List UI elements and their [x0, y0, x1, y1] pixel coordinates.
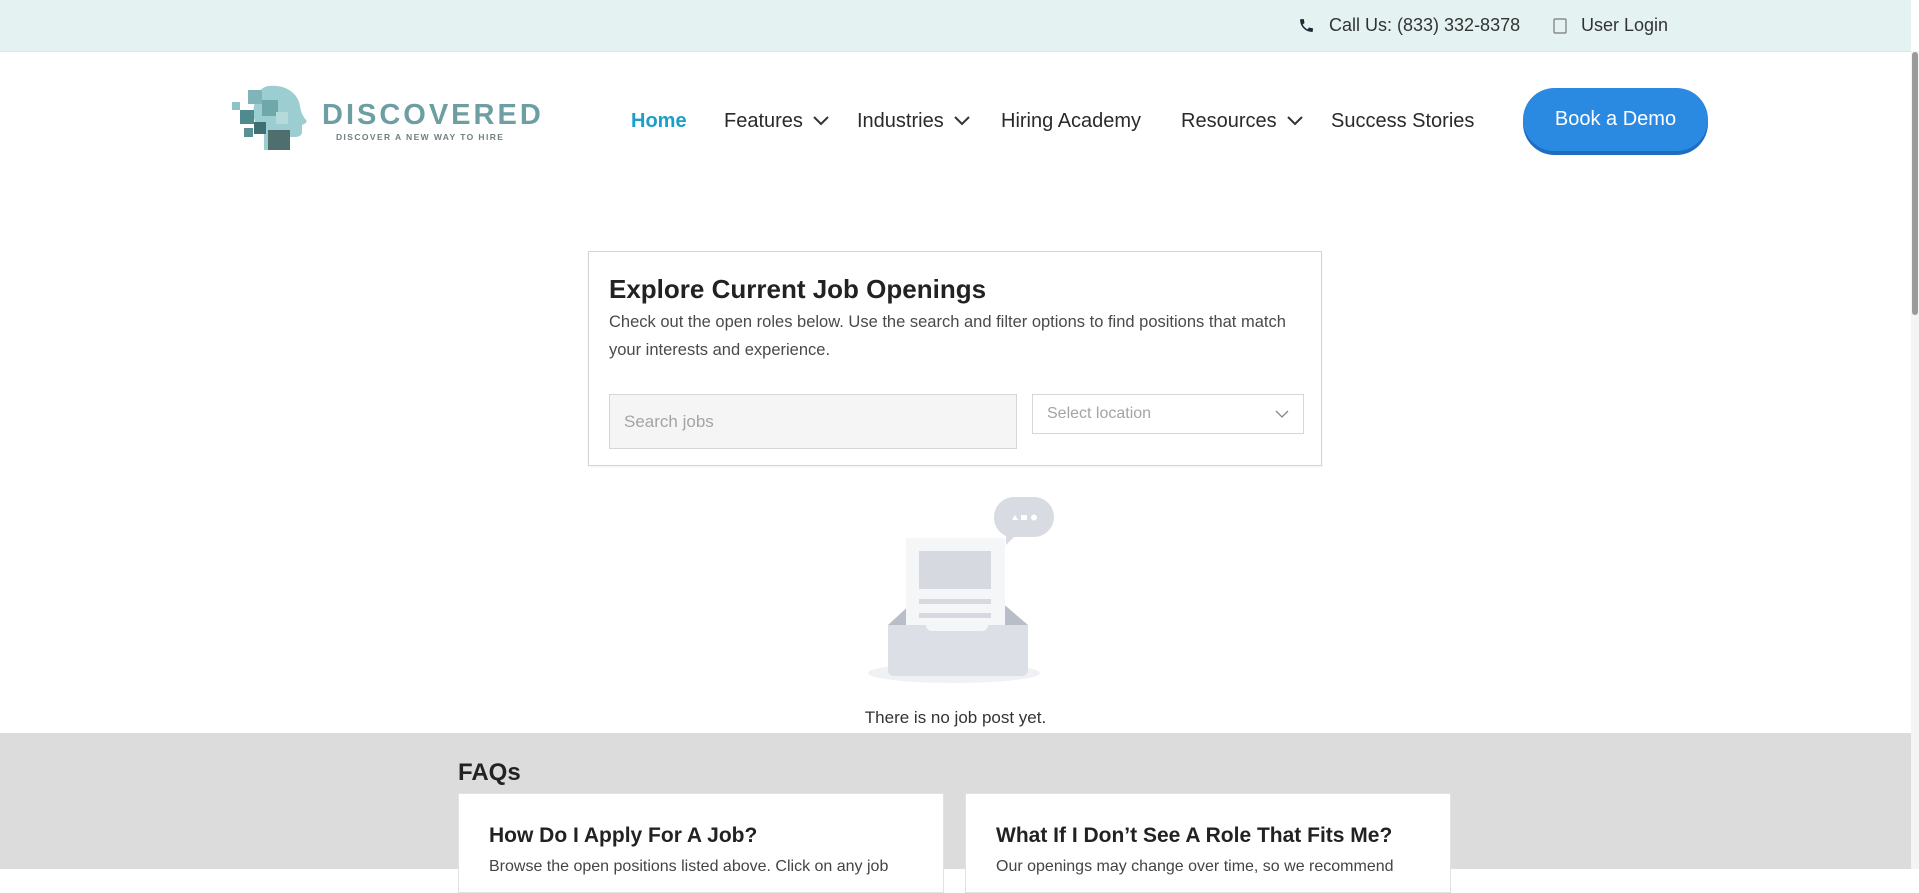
chevron-down-icon	[954, 116, 970, 126]
nav-home-label: Home	[631, 109, 687, 132]
user-login-link[interactable]: User Login	[1553, 0, 1668, 51]
head-logo-icon	[232, 85, 307, 150]
scrollbar-thumb[interactable]	[1912, 52, 1918, 315]
empty-inbox-icon	[868, 497, 1054, 683]
empty-state-message: There is no job post yet.	[864, 708, 1047, 727]
nav-success-stories[interactable]: Success Stories	[1331, 104, 1474, 138]
call-us-label: Call Us: (833) 332-8378	[1329, 15, 1521, 35]
faq-card[interactable]: How Do I Apply For A Job? Browse the ope…	[458, 793, 944, 893]
faq-answer: Browse the open positions listed above. …	[489, 858, 889, 875]
brand-name: DISCOVERED	[322, 99, 544, 131]
brand-tagline: DISCOVER A NEW WAY TO HIRE	[336, 132, 505, 142]
faq-answer: Our openings may change over time, so we…	[996, 858, 1394, 875]
user-login-label: User Login	[1581, 15, 1669, 35]
nav-resources[interactable]: Resources	[1181, 104, 1303, 138]
job-openings-description: Check out the open roles below. Use the …	[609, 313, 1286, 359]
user-icon	[1553, 17, 1567, 34]
nav-features[interactable]: Features	[724, 104, 829, 138]
location-select[interactable]: Select location	[1032, 394, 1304, 434]
nav-hiring-academy[interactable]: Hiring Academy	[1001, 104, 1141, 138]
nav-industries-label: Industries	[857, 109, 944, 132]
faq-section: FAQs How Do I Apply For A Job? Browse th…	[0, 733, 1911, 893]
chevron-down-icon	[1275, 405, 1289, 423]
chevron-down-icon	[1286, 116, 1303, 126]
nav-success-stories-label: Success Stories	[1331, 109, 1475, 132]
nav-hiring-academy-label: Hiring Academy	[1001, 109, 1142, 132]
search-jobs-input[interactable]	[609, 394, 1017, 449]
nav-features-label: Features	[724, 109, 803, 132]
brand-logo[interactable]: DISCOVERED DISCOVER A NEW WAY TO HIRE	[232, 82, 541, 156]
book-demo-button[interactable]: Book a Demo	[1523, 88, 1708, 151]
job-openings-title: Explore Current Job Openings	[609, 274, 987, 304]
nav-resources-label: Resources	[1181, 109, 1277, 132]
nav-home[interactable]: Home	[631, 104, 687, 138]
call-us-link[interactable]: Call Us: (833) 332-8378	[1298, 0, 1520, 51]
location-select-placeholder: Select location	[1047, 405, 1152, 422]
job-openings-card: Explore Current Job Openings Check out t…	[588, 251, 1322, 466]
faq-question: How Do I Apply For A Job?	[489, 824, 758, 847]
nav-industries[interactable]: Industries	[857, 104, 970, 138]
phone-icon	[1298, 17, 1315, 34]
faq-title: FAQs	[458, 759, 521, 786]
top-utility-bar: Call Us: (833) 332-8378 User Login	[0, 0, 1911, 52]
faq-card[interactable]: What If I Don’t See A Role That Fits Me?…	[965, 793, 1451, 893]
faq-question: What If I Don’t See A Role That Fits Me?	[996, 824, 1393, 847]
chevron-down-icon	[813, 116, 829, 126]
